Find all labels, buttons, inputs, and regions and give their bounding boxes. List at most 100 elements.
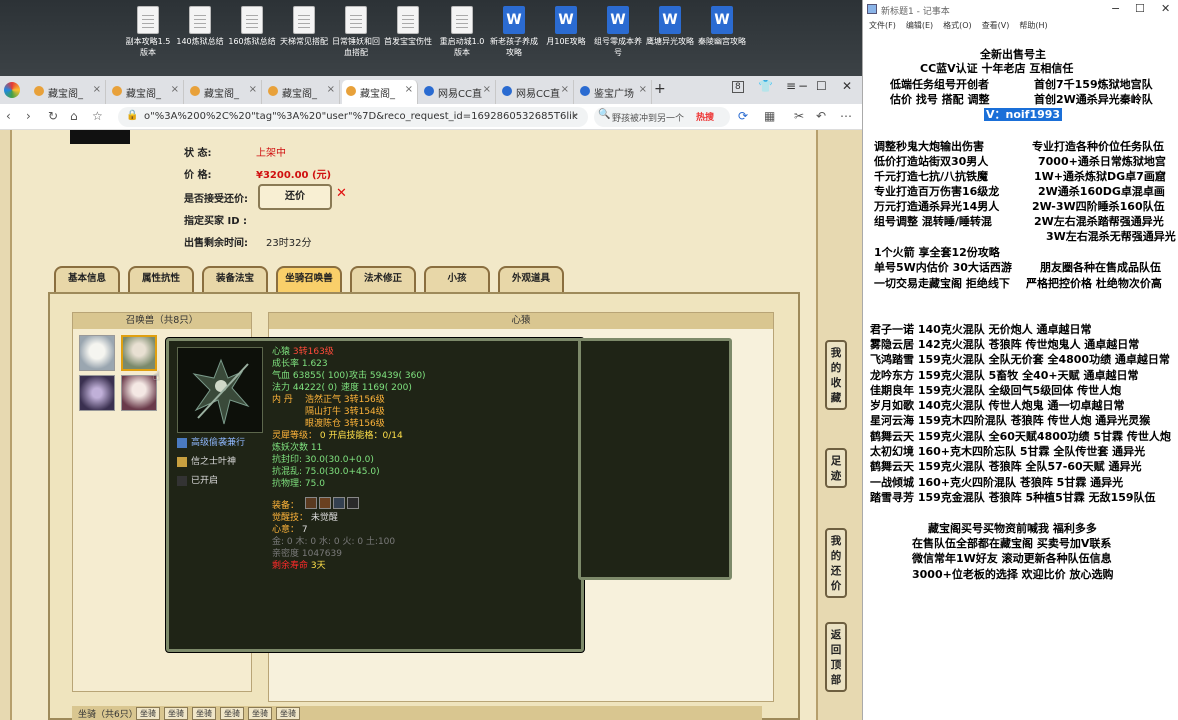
desktop-file-icon[interactable]: 天梯常见搭配 [278, 6, 330, 47]
tab-favicon-icon [268, 86, 278, 96]
side-nav-button[interactable]: 足迹 [825, 448, 847, 488]
grid-icon[interactable]: ▦ [764, 109, 775, 123]
more-icon[interactable]: ⋯ [840, 109, 852, 123]
undo-icon[interactable]: ↶ [816, 109, 826, 123]
equip-slot-icon[interactable] [333, 497, 345, 509]
notepad-text-line: 2W-3W四阶睡杀160队伍 [1032, 200, 1165, 213]
equip-label: 装备： [272, 501, 300, 511]
menu-icon[interactable]: ≡ [786, 79, 796, 93]
mount-tab[interactable]: 坐骑 [220, 707, 244, 720]
notepad-close-icon[interactable]: ✕ [1161, 2, 1170, 15]
desktop-file-icon[interactable]: W 鹰塘异光攻略 [644, 6, 696, 47]
side-nav-button[interactable]: 返回顶部 [825, 622, 847, 692]
browser-tab[interactable]: 藏宝阁_ × [108, 80, 184, 104]
tab-favicon-icon [346, 86, 356, 96]
pet-thumb[interactable] [79, 375, 115, 411]
browser-tab[interactable]: 网易CC直 × [420, 80, 496, 104]
back-icon[interactable]: ‹ [6, 109, 11, 123]
desktop-file-icon[interactable]: 副本攻略1.5版本 [122, 6, 174, 58]
tab-count[interactable]: 8 [732, 81, 744, 93]
browser-tab[interactable]: 藏宝阁_ × [30, 80, 106, 104]
browser-tab[interactable]: 藏宝阁_ × [186, 80, 262, 104]
desktop-file-icon[interactable]: 重启动城1.0版本 [436, 6, 488, 58]
notepad-maximize-icon[interactable]: ☐ [1135, 2, 1145, 15]
pet-thumb[interactable] [121, 335, 157, 371]
desktop-file-icon[interactable]: 160炼狱总结 [226, 6, 278, 47]
minimize-icon[interactable]: − [798, 79, 808, 93]
page-tab[interactable]: 属性抗性 [128, 266, 194, 292]
desktop-file-label: 160炼狱总结 [228, 37, 276, 46]
scissors-icon[interactable]: ✂ [794, 109, 804, 123]
notepad-text-line: 微信常年1W好友 滚动更新各种队伍信息 [912, 552, 1112, 565]
tab-close-icon[interactable]: × [249, 84, 257, 95]
remaining-time-label: 出售剩余时间: [184, 238, 248, 249]
browser-tab[interactable]: 鉴宝广场 × [576, 80, 652, 104]
sync-icon[interactable]: ⟳ [738, 109, 748, 123]
equip-slot-icon[interactable] [305, 497, 317, 509]
page-tab[interactable]: 外观道具 [498, 266, 564, 292]
tab-label: 藏宝阁_ [48, 89, 83, 100]
desktop-file-icon[interactable]: W 秦陵幽宫攻略 [696, 6, 748, 47]
page-tab[interactable]: 坐骑召唤兽 [276, 266, 342, 292]
notepad-minimize-icon[interactable]: − [1111, 2, 1120, 15]
pet-thumb[interactable] [121, 375, 157, 411]
notepad-menu-item[interactable]: 文件(F) [869, 21, 896, 30]
page-tab[interactable]: 基本信息 [54, 266, 120, 292]
desktop-file-label: 重启动城1.0版本 [439, 37, 485, 57]
desktop-file-icon[interactable]: 140炼狱总结 [174, 6, 226, 47]
mount-tab[interactable]: 坐骑 [276, 707, 300, 720]
notepad-title: 新标题1 - 记事本 [881, 7, 950, 17]
desktop-file-icon[interactable]: W 新老孩子养成攻略 [488, 6, 540, 58]
reload-icon[interactable]: ↻ [48, 109, 58, 123]
notepad-menu-item[interactable]: 查看(V) [982, 21, 1010, 30]
notepad-text-line: 首创7千159炼狱地宫队 [1034, 78, 1153, 91]
close-window-icon[interactable]: ✕ [842, 79, 852, 93]
tab-close-icon[interactable]: × [561, 84, 569, 95]
status-label: 状 态: [184, 148, 212, 159]
tab-close-icon[interactable]: × [171, 84, 179, 95]
forward-icon[interactable]: › [26, 109, 31, 123]
pet-thumb[interactable] [79, 335, 115, 371]
tab-close-icon[interactable]: × [639, 84, 647, 95]
desktop-file-icon[interactable]: 首发宝宝伤性 [382, 6, 434, 47]
mount-tab[interactable]: 坐骑 [192, 707, 216, 720]
browser-logo-icon[interactable] [4, 82, 20, 98]
notepad-menu-item[interactable]: 帮助(H) [1019, 21, 1047, 30]
url-field[interactable]: 🔒 o"%3A%200%2C%20"tag"%3A%20"user"%7D&re… [118, 107, 588, 127]
notepad-menu-item[interactable]: 编辑(E) [906, 21, 933, 30]
skill-icon [177, 456, 187, 467]
shirt-icon[interactable]: 👕 [758, 79, 773, 93]
equip-slot-icon[interactable] [319, 497, 331, 509]
browser-tab[interactable]: 藏宝阁_ × [264, 80, 340, 104]
mount-tab[interactable]: 坐骑 [136, 707, 160, 720]
desktop-file-icon[interactable]: W 组号零成本养号 [592, 6, 644, 58]
dropdown-icon[interactable]: ⌄ [572, 109, 580, 119]
browser-tab[interactable]: 藏宝阁_ × [342, 80, 418, 104]
desktop-file-icon[interactable]: W 月10E攻略 [540, 6, 592, 47]
desktop-file-label: 新老孩子养成攻略 [490, 37, 538, 57]
counter-offer-button[interactable]: 还价 [258, 184, 332, 210]
notepad-text-line: 低价打造站街双30男人 [874, 155, 989, 168]
side-nav-button[interactable]: 我的还价 [825, 528, 847, 598]
notepad-menu-item[interactable]: 格式(O) [943, 21, 972, 30]
side-nav-button[interactable]: 我的收藏 [825, 340, 847, 410]
tab-close-icon[interactable]: × [483, 84, 491, 95]
mount-tab[interactable]: 坐骑 [164, 707, 188, 720]
page-tab[interactable]: 法术修正 [350, 266, 416, 292]
page-tab[interactable]: 装备法宝 [202, 266, 268, 292]
browser-tab[interactable]: 网易CC直 × [498, 80, 574, 104]
tab-close-icon[interactable]: × [405, 84, 413, 95]
new-tab-button[interactable]: + [654, 81, 666, 97]
notepad-text-line: 藏宝阁买号买物资前喊我 福利多多 [928, 522, 1097, 535]
maximize-icon[interactable]: ☐ [816, 79, 827, 93]
notepad-text-line: 单号5W内估价 30大话西游 [874, 261, 1012, 274]
desktop-file-icon[interactable]: 日常锤妖和回血搭配 [330, 6, 382, 58]
tab-close-icon[interactable]: × [93, 84, 101, 95]
equip-slot-icon[interactable] [347, 497, 359, 509]
star-icon[interactable]: ☆ [92, 109, 103, 123]
desktop-file-label: 副本攻略1.5版本 [125, 37, 171, 57]
home-icon[interactable]: ⌂ [70, 109, 78, 123]
mount-tab[interactable]: 坐骑 [248, 707, 272, 720]
page-tab[interactable]: 小孩 [424, 266, 490, 292]
tab-close-icon[interactable]: × [327, 84, 335, 95]
